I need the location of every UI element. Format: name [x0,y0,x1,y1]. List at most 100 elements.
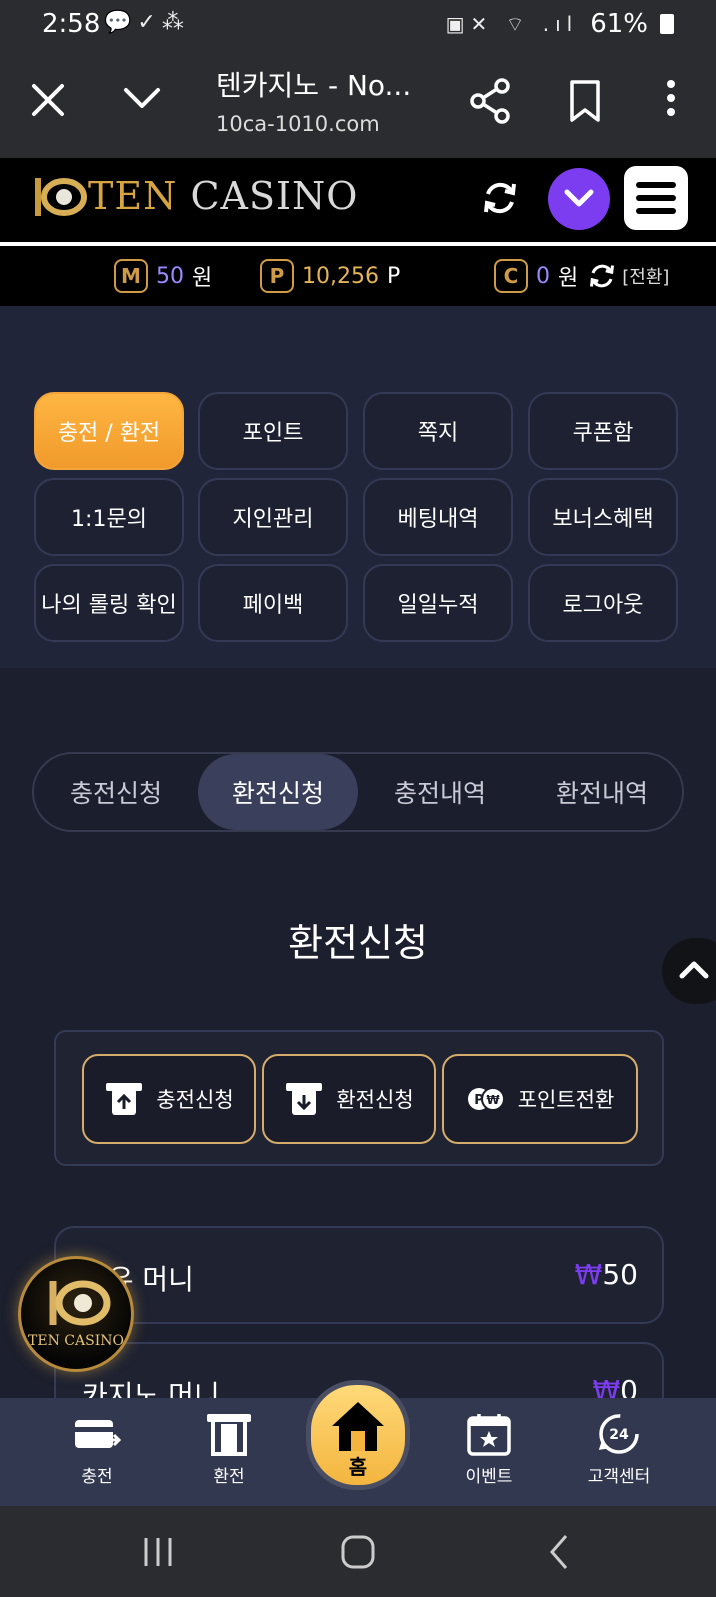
casino-unit: 원 [558,266,579,291]
nav-support[interactable]: 24 고객센터 [574,1412,664,1498]
close-icon[interactable] [28,74,68,124]
deposit-request-button[interactable]: 충전신청 [82,1054,256,1144]
held-money-row: 보유 머니 ₩50 [54,1226,664,1324]
ten-casino-logo-icon [49,1280,111,1326]
menu-logout[interactable]: 로그아웃 [528,564,678,642]
action-panel: 충전신청 환전신청 P ₩ 포인트전환 [54,1030,664,1166]
hamburger-menu-button[interactable] [624,166,688,230]
menu-referrals[interactable]: 지인관리 [198,478,348,556]
money-unit: 원 [192,266,213,291]
nav-home[interactable]: 홈 [306,1380,410,1490]
money-icon: M [114,259,148,293]
menu-deposit-withdraw[interactable]: 충전 / 환전 [34,392,184,470]
deposit-icon [106,1083,143,1115]
section-title: 환전신청 [288,921,428,965]
nav-home-label: 홈 [348,1455,368,1479]
withdraw-icon [286,1083,323,1115]
withdraw-request-button[interactable]: 환전신청 [262,1054,436,1144]
menu-coupons[interactable]: 쿠폰함 [528,392,678,470]
point-convert-icon: P ₩ [467,1087,505,1111]
tab-withdraw-request[interactable]: 환전신청 [198,754,358,830]
tab-deposit-history[interactable]: 충전내역 [360,754,520,830]
tab-withdraw-history[interactable]: 환전내역 [522,754,682,830]
nav-withdraw[interactable]: 환전 [184,1412,274,1498]
notification-icons: 💬✓⁂ [104,10,190,35]
signal-icons: ▣✕ ⌔ .ıl [445,11,579,36]
deposit-request-label: 충전신청 [156,1088,234,1112]
nav-event-label: 이벤트 [465,1467,513,1487]
svg-text:₩: ₩ [486,1093,500,1107]
point-unit: P [386,263,401,289]
menu-bonus[interactable]: 보너스혜택 [528,478,678,556]
floating-logo-text: TEN CASINO [28,1333,124,1349]
page-title: 텐카지노 - No... [216,69,412,102]
browser-toolbar: 텐카지노 - No... 10ca-1010.com [0,50,716,158]
battery-percent: 61% [590,9,648,39]
refresh-icon [590,264,615,288]
balance-bar: M 50 원 P 10,256 P C 0 원 [전환] [0,246,716,306]
dropdown-button[interactable] [548,168,610,230]
menu-betting-history[interactable]: 베팅내역 [363,478,513,556]
nav-deposit-label: 충전 [81,1467,113,1487]
point-convert-button[interactable]: P ₩ 포인트전환 [442,1054,638,1144]
home-icon [332,1402,384,1451]
site-logo[interactable]: TEN CASINO [88,174,358,218]
menu-points[interactable]: 포인트 [198,392,348,470]
point-icon: P [260,259,294,293]
status-right: ▣✕ ⌔ .ıl 61% [446,9,674,39]
casino-icon: C [494,259,528,293]
bookmark-icon[interactable] [566,76,604,126]
convert-button[interactable]: [전환] [586,261,669,291]
money-balance: M 50 원 [114,259,212,293]
floating-casino-logo[interactable]: TEN CASINO [18,1256,134,1372]
menu-daily[interactable]: 일일누적 [363,564,513,642]
share-icon[interactable] [468,76,512,126]
chevron-up-icon [679,961,709,979]
logo-ten-text: TEN [88,174,178,218]
url-text[interactable]: 10ca-1010.com [216,112,380,136]
held-money-value: ₩50 [575,1258,638,1291]
calendar-star-icon [467,1414,511,1456]
point-convert-label: 포인트전환 [517,1088,615,1112]
tab-deposit-request[interactable]: 충전신청 [36,754,196,830]
ten-casino-logo-icon[interactable] [30,172,90,222]
transaction-tabs: 충전신청 환전신청 충전내역 환전내역 [32,752,684,832]
site-header: TEN CASINO [0,158,716,242]
svg-text:24: 24 [609,1427,629,1443]
home-nav-icon[interactable] [338,1532,378,1572]
casino-value: 0 [536,263,550,289]
point-balance: P 10,256 P [260,259,400,293]
withdraw-request-label: 환전신청 [336,1088,414,1112]
casino-balance: C 0 원 [전환] [494,259,669,293]
support-24-icon: 24 [598,1414,639,1454]
scroll-top-button[interactable] [662,938,716,1004]
hamburger-icon [636,182,676,214]
menu-messages[interactable]: 쪽지 [363,392,513,470]
nav-deposit[interactable]: 충전 [52,1412,142,1498]
amount: 50 [602,1258,638,1291]
battery-icon [660,14,674,34]
logo-casino-text: CASINO [190,174,359,218]
more-options-icon[interactable] [660,76,682,126]
back-icon[interactable] [544,1532,574,1572]
chevron-down-icon [564,189,594,207]
nav-support-label: 고객센터 [587,1467,651,1487]
android-navigation-bar [0,1506,716,1597]
refresh-icon[interactable] [480,178,520,218]
status-time: 2:58 [42,9,101,39]
menu-inquiry[interactable]: 1:1문의 [34,478,184,556]
account-menu-panel: 충전 / 환전 포인트 쪽지 쿠폰함 1:1문의 지인관리 베팅내역 보너스혜택… [0,306,716,668]
card-icon [75,1420,121,1448]
nav-withdraw-label: 환전 [213,1467,245,1487]
menu-payback[interactable]: 페이백 [198,564,348,642]
svg-text:P: P [474,1093,484,1108]
currency-symbol: ₩ [574,1258,603,1291]
nav-event[interactable]: 이벤트 [444,1412,534,1498]
money-value: 50 [156,263,184,289]
chevron-down-icon[interactable] [120,74,164,124]
convert-label: [전환] [622,267,670,288]
point-value: 10,256 [302,263,379,289]
atm-icon [207,1414,251,1456]
menu-rolling[interactable]: 나의 롤링 확인 [34,564,184,642]
recent-apps-icon[interactable] [138,1532,178,1572]
